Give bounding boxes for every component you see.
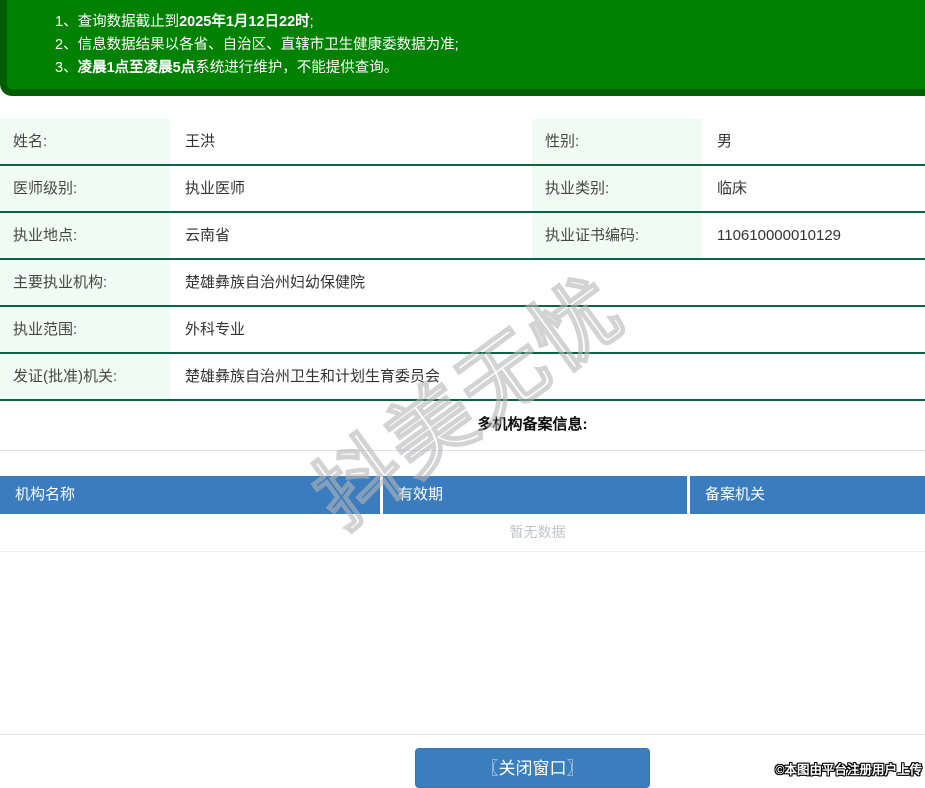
practice-category-value: 临床 [717,180,748,197]
certificate-number-label: 执业证书编码: [532,213,702,258]
practice-category-label: 执业类别: [532,166,702,211]
empty-data-text: 暂无数据 [509,524,566,540]
close-window-button[interactable]: 〖关闭窗口〗 [415,748,650,788]
table-row: 发证(批准)机关: 楚雄彝族自治州卫生和计划生育委员会 [0,354,925,401]
notice-banner: 1、查询数据截止到2025年1月12日22时; 2、信息数据结果以各省、自治区、… [0,0,925,96]
table-row: 执业地点: 云南省 执业证书编码: 110610000010129 [0,213,925,260]
filing-table: 机构名称 有效期 备案机关 暂无数据 [0,476,925,552]
column-header-institution-name: 机构名称 [0,476,383,514]
table-row: 主要执业机构: 楚雄彝族自治州妇幼保健院 [0,260,925,307]
column-header-filing-authority: 备案机关 [690,476,925,514]
name-label: 姓名: [0,119,170,164]
issuing-authority-label: 发证(批准)机关: [0,354,170,399]
practitioner-info-table: 姓名: 王洪 性别: 男 医师级别: 执业医师 执业类别: 临床 执业地点: 云… [0,119,925,401]
multi-institution-filing-title: 多机构备案信息: [477,416,588,433]
doctor-level-label: 医师级别: [0,166,170,211]
notice-line-3-number: 3、 [55,60,78,76]
issuing-authority-value: 楚雄彝族自治州卫生和计划生育委员会 [185,368,441,385]
notice-line-3: 3、凌晨1点至凌晨5点系统进行维护，不能提供查询。 [55,60,399,76]
practice-location-value: 云南省 [185,227,231,244]
notice-line-2-number: 2、 [55,37,78,53]
doctor-level-value: 执业医师 [185,180,246,197]
column-header-valid-period: 有效期 [383,476,690,514]
footer-divider [0,734,925,735]
table-row: 姓名: 王洪 性别: 男 [0,119,925,166]
filing-table-header: 机构名称 有效期 备案机关 [0,476,925,514]
section-divider [0,450,925,451]
main-institution-value: 楚雄彝族自治州妇幼保健院 [185,274,366,291]
practice-location-label: 执业地点: [0,213,170,258]
notice-line-1: 1、查询数据截止到2025年1月12日22时; [55,14,314,30]
gender-label: 性别: [532,119,702,164]
gender-value: 男 [717,133,733,150]
empty-data-row: 暂无数据 [0,514,925,552]
notice-line-2: 2、信息数据结果以各省、自治区、直辖市卫生健康委数据为准; [55,37,459,53]
name-value: 王洪 [185,133,216,150]
table-row: 执业范围: 外科专业 [0,307,925,354]
main-institution-label: 主要执业机构: [0,260,170,305]
practice-scope-value: 外科专业 [185,321,246,338]
copyright-watermark: ©本图由平台注册用户上传 [775,763,922,777]
notice-line-1-number: 1、 [55,14,78,30]
practice-scope-label: 执业范围: [0,307,170,352]
table-row: 医师级别: 执业医师 执业类别: 临床 [0,166,925,213]
certificate-number-value: 110610000010129 [717,227,842,244]
